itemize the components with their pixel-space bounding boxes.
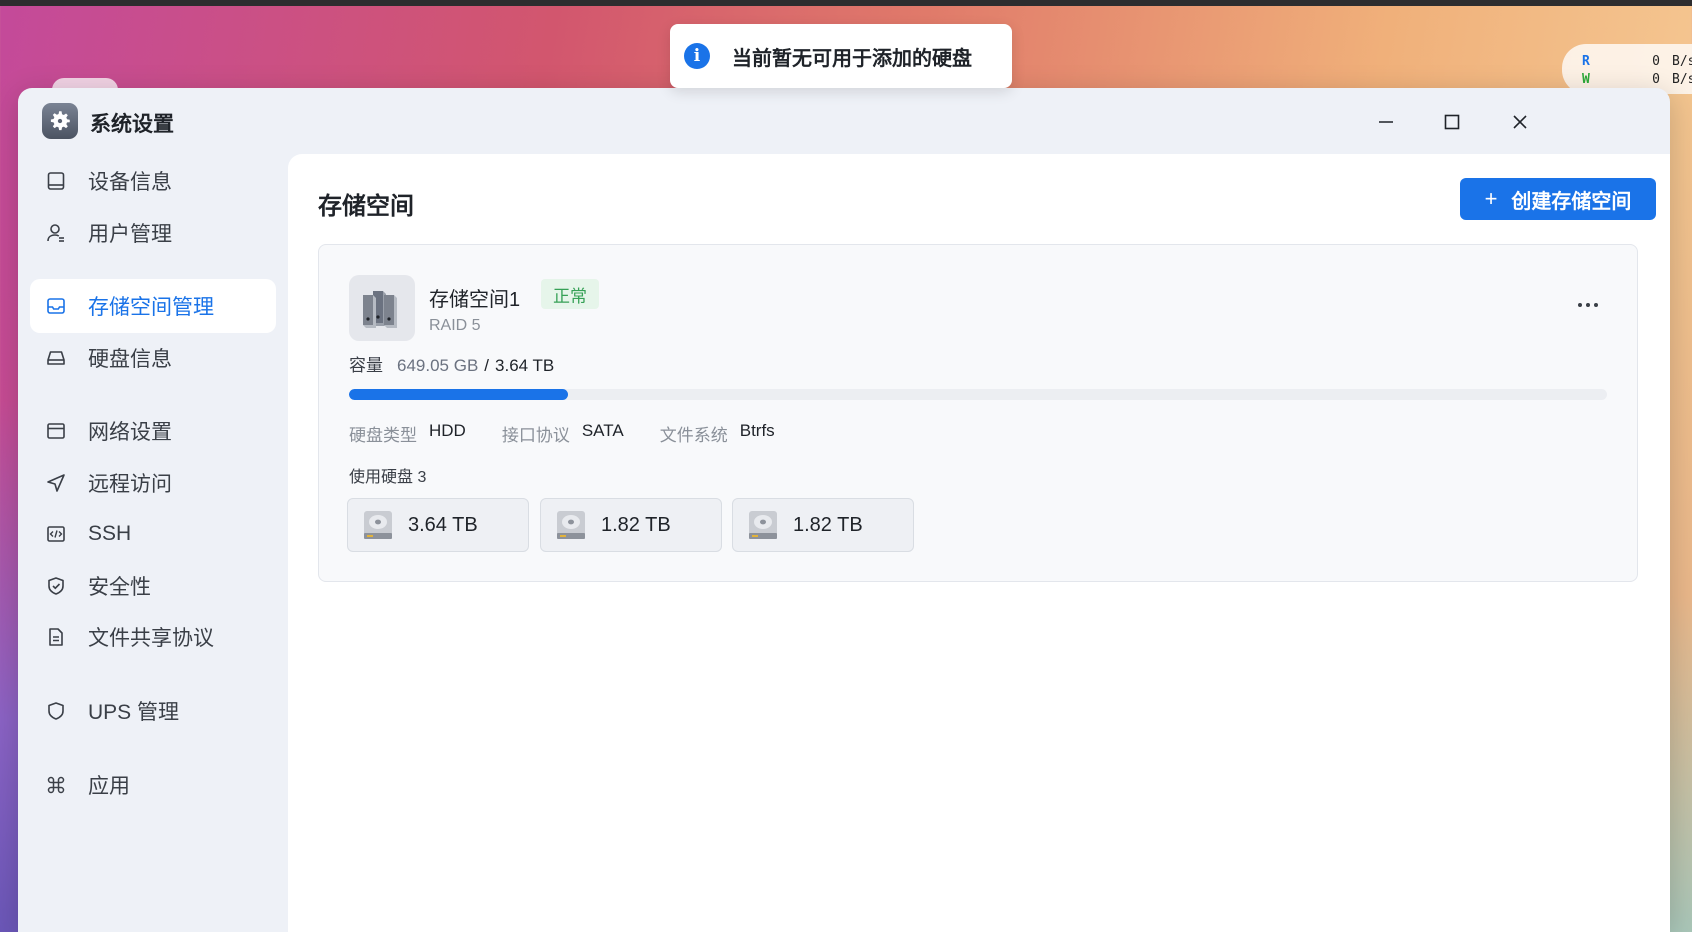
sidebar-item-label: UPS 管理 (88, 701, 180, 724)
disk-type-value: HDD (429, 421, 466, 440)
sidebar-item-label: 设备信息 (88, 171, 172, 194)
interface-value: SATA (581, 421, 624, 440)
minimize-icon (1379, 121, 1393, 123)
sidebar-item-label: 远程访问 (88, 473, 172, 496)
raid-level: RAID 5 (429, 317, 481, 334)
hdd-icon (749, 511, 777, 539)
desktop-top-strip (0, 0, 1692, 6)
sidebar-item-apps[interactable]: 应用 (30, 758, 276, 812)
send-icon (44, 471, 68, 495)
disk-chip[interactable]: 3.64 TB (347, 498, 529, 552)
device-icon (44, 169, 68, 193)
hdd-icon (557, 511, 585, 539)
sidebar-item-label: 文件共享协议 (88, 627, 214, 650)
sidebar-item-label: 网络设置 (88, 421, 172, 444)
sidebar-item-label: 用户管理 (88, 223, 172, 246)
create-storage-button[interactable]: + 创建存储空间 (1460, 178, 1656, 220)
disk-size: 1.82 TB (601, 513, 671, 536)
io-speed-widget[interactable]: R 0 B/s W 0 B/s (1562, 44, 1692, 94)
shield-icon (44, 699, 68, 723)
capacity-label: 容量 (349, 356, 383, 375)
disk-chip[interactable]: 1.82 TB (732, 498, 914, 552)
network-icon (44, 419, 68, 443)
shield-check-icon (44, 574, 68, 598)
sidebar-item-network-settings[interactable]: 网络设置 (30, 404, 276, 458)
write-speed-row: W 0 B/s (1582, 70, 1692, 88)
more-options-button[interactable] (1573, 295, 1603, 315)
disk-size: 3.64 TB (408, 513, 478, 536)
more-icon-dot (1594, 303, 1598, 307)
storage-pool-card[interactable]: 存储空间1 正常 RAID 5 容量 649.05 GB / 3.64 TB 硬… (318, 244, 1638, 582)
pool-properties: 硬盘类型 HDD 接口协议 SATA 文件系统 Btrfs (349, 421, 811, 446)
plus-icon: + (1484, 186, 1498, 211)
desktop-wallpaper-edge (1668, 90, 1692, 932)
disk-size: 1.82 TB (793, 513, 863, 536)
sidebar-item-label: SSH (88, 522, 132, 545)
filesystem-label: 文件系统 (659, 426, 728, 445)
pool-name: 存储空间1 (429, 289, 521, 311)
close-button[interactable] (1502, 104, 1538, 140)
capacity-total: 3.64 TB (495, 356, 555, 375)
capacity-progress-fill (349, 389, 568, 400)
maximize-icon (1444, 114, 1460, 130)
capacity-separator: / (484, 356, 490, 375)
read-speed-row: R 0 B/s (1582, 52, 1692, 70)
status-badge: 正常 (541, 279, 599, 309)
write-label: W (1582, 71, 1590, 87)
harddisk-icon (44, 346, 68, 370)
window-titlebar[interactable]: 系统设置 (18, 88, 1670, 154)
sidebar-item-remote-access[interactable]: 远程访问 (30, 456, 276, 510)
window-title: 系统设置 (90, 113, 174, 136)
sidebar-item-storage-management[interactable]: 存储空间管理 (30, 279, 276, 333)
minimize-button[interactable] (1368, 104, 1404, 140)
read-value: 0 (1652, 53, 1660, 69)
server-rack-icon (349, 275, 415, 341)
sidebar-item-label: 存储空间管理 (88, 296, 214, 319)
document-icon (44, 625, 68, 649)
capacity-row: 容量 649.05 GB / 3.64 TB (349, 351, 554, 376)
storage-icon (44, 294, 68, 318)
info-icon: i (684, 43, 710, 69)
capacity-progress-bar (349, 389, 1607, 400)
toast-notification: i 当前暂无可用于添加的硬盘 (670, 24, 1012, 88)
user-icon (44, 221, 68, 245)
more-icon-dot (1586, 303, 1590, 307)
capacity-used: 649.05 GB (397, 356, 479, 375)
disks-used-label: 使用硬盘 3 (349, 469, 427, 486)
sidebar-item-security[interactable]: 安全性 (30, 559, 276, 613)
settings-window: 系统设置 设备信息 用户管理 存储空间管理 硬盘信息 网络设置 远程访问 SSH… (18, 88, 1670, 932)
sidebar-item-device-info[interactable]: 设备信息 (30, 154, 276, 208)
interface-label: 接口协议 (501, 426, 570, 445)
page-title: 存储空间 (318, 193, 414, 220)
more-icon (1578, 303, 1582, 307)
read-unit: B/s (1672, 53, 1692, 69)
sidebar-item-ssh[interactable]: SSH (30, 507, 276, 561)
write-value: 0 (1652, 71, 1660, 87)
gear-icon (42, 103, 78, 139)
disk-chip[interactable]: 1.82 TB (540, 498, 722, 552)
close-icon (1513, 115, 1527, 129)
sidebar-item-label: 安全性 (88, 576, 151, 599)
sidebar-item-ups-management[interactable]: UPS 管理 (30, 684, 276, 738)
create-storage-label: 创建存储空间 (1511, 190, 1632, 213)
hdd-icon (364, 511, 392, 539)
sidebar-item-disk-info[interactable]: 硬盘信息 (30, 331, 276, 385)
sidebar-item-label: 应用 (88, 775, 130, 798)
command-icon (44, 773, 68, 797)
sidebar-item-file-sharing[interactable]: 文件共享协议 (30, 610, 276, 664)
read-label: R (1582, 53, 1590, 69)
filesystem-value: Btrfs (739, 421, 775, 440)
disk-type-label: 硬盘类型 (349, 426, 417, 445)
write-unit: B/s (1672, 71, 1692, 87)
sidebar-item-user-management[interactable]: 用户管理 (30, 206, 276, 260)
sidebar-item-label: 硬盘信息 (88, 348, 172, 371)
main-content: 存储空间 + 创建存储空间 存储空间1 正常 RAID 5 容量 649.05 … (288, 154, 1670, 932)
maximize-button[interactable] (1434, 104, 1470, 140)
code-icon (44, 522, 68, 546)
toast-message: 当前暂无可用于添加的硬盘 (732, 47, 972, 70)
